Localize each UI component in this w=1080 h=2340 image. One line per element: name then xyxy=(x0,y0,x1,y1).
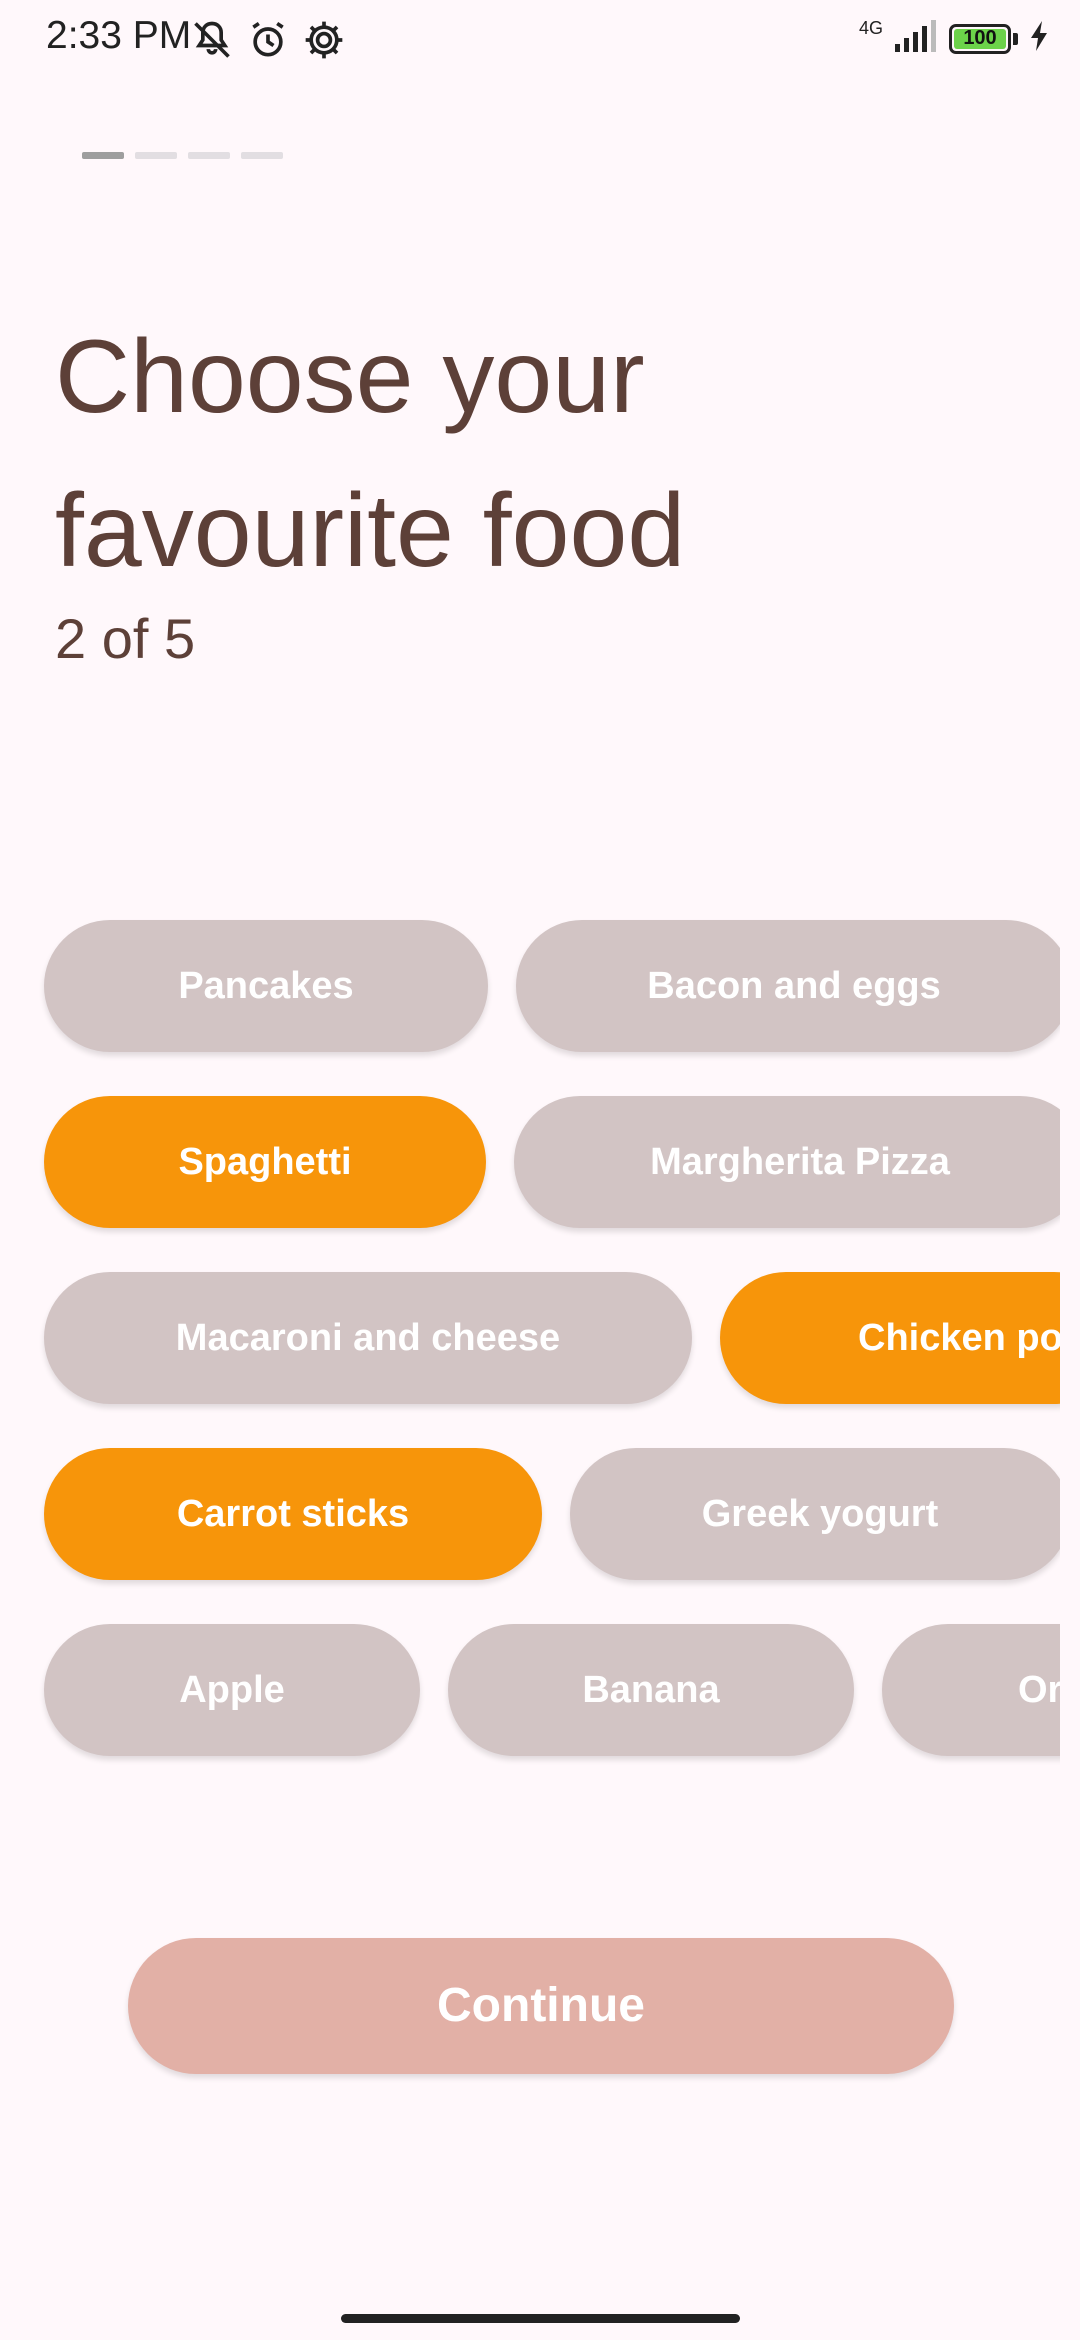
food-chip[interactable]: Greek yogurt xyxy=(570,1448,1060,1580)
food-chip[interactable]: Chicken pot xyxy=(720,1272,1060,1404)
food-chip-label: Banana xyxy=(582,1669,720,1711)
food-chip[interactable]: Apple xyxy=(44,1624,420,1756)
progress-step-4 xyxy=(241,152,283,159)
settings-icon xyxy=(302,18,346,67)
food-chip[interactable]: Macaroni and cheese xyxy=(44,1272,692,1404)
battery-icon: 100 xyxy=(949,23,1011,54)
alarm-icon xyxy=(246,18,290,67)
food-chip-label: Pancakes xyxy=(178,965,354,1007)
signal-icon xyxy=(893,18,939,59)
food-chip-label: Chicken pot xyxy=(858,1317,1060,1359)
status-right: 4G 100 xyxy=(859,18,1050,59)
food-chip[interactable]: Banana xyxy=(448,1624,854,1756)
charging-icon xyxy=(1028,19,1050,58)
food-chip[interactable]: Margherita Pizza xyxy=(514,1096,1060,1228)
step-progress-indicator xyxy=(82,152,283,159)
progress-step-1 xyxy=(82,152,124,159)
food-chip[interactable]: Or xyxy=(882,1624,1060,1756)
progress-step-3 xyxy=(188,152,230,159)
page-title: Choose your favourite food xyxy=(55,319,686,589)
status-bar: 2:33 PM 4G 100 xyxy=(0,0,1080,80)
food-chip-label: Greek yogurt xyxy=(701,1493,939,1535)
food-chip[interactable]: Bacon and eggs xyxy=(516,920,1060,1052)
food-chip-label: Carrot sticks xyxy=(176,1493,410,1535)
food-chip-label: Macaroni and cheese xyxy=(175,1317,561,1359)
food-chip-label: Apple xyxy=(179,1669,285,1711)
step-counter: 2 of 5 xyxy=(55,607,196,670)
status-time: 2:33 PM xyxy=(46,14,192,57)
home-indicator[interactable] xyxy=(341,2314,740,2323)
progress-step-2 xyxy=(135,152,177,159)
food-chip-label: Bacon and eggs xyxy=(647,965,941,1007)
food-chip-label: Margherita Pizza xyxy=(650,1141,950,1183)
network-label: 4G xyxy=(858,18,883,38)
food-chip[interactable]: Spaghetti xyxy=(44,1096,486,1228)
continue-button[interactable]: Continue xyxy=(128,1938,954,2074)
battery-level: 100 xyxy=(963,27,997,49)
food-chip-label: Spaghetti xyxy=(178,1141,352,1183)
status-icons-left xyxy=(190,18,346,67)
food-chip[interactable]: Carrot sticks xyxy=(44,1448,542,1580)
mute-icon xyxy=(190,18,234,67)
food-chip[interactable]: Pancakes xyxy=(44,920,488,1052)
food-chip-label: Or xyxy=(1018,1669,1060,1711)
